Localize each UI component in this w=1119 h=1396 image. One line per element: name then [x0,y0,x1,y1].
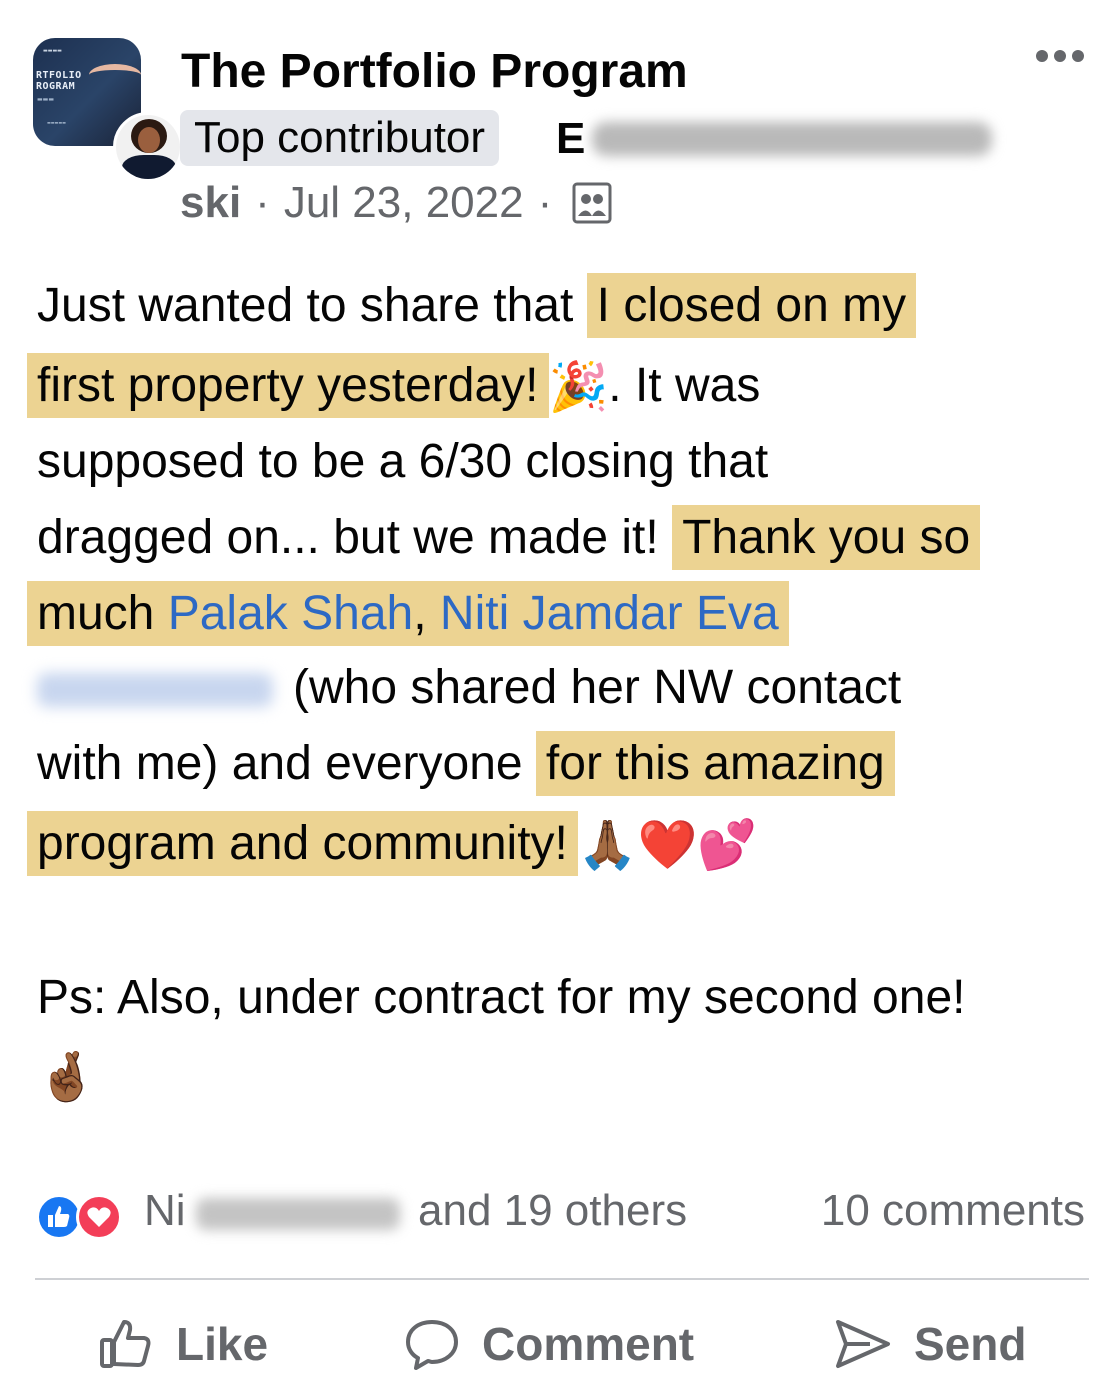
highlighted-text: first property yesterday! [27,353,549,418]
avatar-group[interactable]: ▬▬▬▬ RTFOLIO ROGRAM ▬▬▬ ▬▬▬▬▬ [33,38,183,182]
party-popper-icon: 🎉 [548,361,609,415]
prayer-heart-icons: 🙏🏾❤️💕 [577,819,758,873]
meta-separator: · [537,178,553,227]
post-line-2: first property yesterday! 🎉. It was [27,353,761,420]
post-line-1: Just wanted to share that I closed on my [37,273,917,338]
group-avatar-title: RTFOLIO ROGRAM [36,70,82,92]
post-line-9: Ps: Also, under contract for my second o… [37,966,965,1030]
author-name-continued[interactable]: ski [180,178,241,228]
more-dot [1072,50,1084,62]
group-avatar-title-line2: ROGRAM [36,81,76,92]
mention-link[interactable]: Niti Jamdar Eva [440,587,779,640]
reactor-name-redacted [196,1198,400,1230]
like-icon-svg [48,1206,70,1227]
group-members-icon-svg [572,182,612,224]
send-arrow-icon [834,1316,892,1372]
post-body: Just wanted to share that I closed on my… [0,260,1119,1120]
post-text: with me) and everyone [37,737,536,790]
group-members-icon [572,182,612,224]
author-avatar-body [122,155,176,179]
meta-separator: · [255,178,270,227]
mention-link[interactable]: Palak Shah [168,587,414,640]
post-line-8: program and community! 🙏🏾❤️💕 [27,811,758,878]
author-name[interactable]: E [556,114,585,164]
love-icon-svg [87,1207,111,1227]
thumbs-up-icon-svg [100,1320,151,1368]
post-line-3: supposed to be a 6/30 closing that [37,430,768,494]
post-text: supposed to be a 6/30 closing that [37,435,769,488]
post-line-10: 🤞🏾 [37,1044,97,1110]
comment-bubble-icon-svg [406,1320,458,1370]
love-icon [76,1194,122,1240]
more-dot [1054,50,1066,62]
send-label: Send [914,1318,1027,1370]
comment-bubble-icon [404,1316,460,1372]
highlighted-text: Thank you so [672,505,981,570]
highlighted-text: much Palak Shah, Niti Jamdar Eva [27,581,789,646]
highlighted-text: for this amazing [535,731,895,796]
post-line-6: (who shared her NW contact [37,656,901,720]
post-meta: ski · Jul 23, 2022 · [180,178,612,228]
more-dot [1036,50,1048,62]
post-line-7: with me) and everyone for this amazing [37,731,895,796]
post-text: (who shared her NW contact [293,661,902,714]
reaction-icons[interactable] [36,1194,132,1240]
reactor-name[interactable]: Ni [144,1186,186,1236]
post-text: , [413,587,440,640]
highlighted-text: I closed on my [586,273,917,338]
mention-redacted[interactable] [37,673,273,708]
highlighted-text: program and community! [27,811,578,876]
post-line-4: dragged on... but we made it! Thank you … [37,505,981,570]
comment-button[interactable]: Comment [404,1312,694,1376]
group-avatar-url: ▬▬▬▬▬ [47,120,66,125]
more-options-icon[interactable] [1036,44,1092,68]
post-line-5: much Palak Shah, Niti Jamdar Eva [27,581,789,646]
author-avatar[interactable] [113,112,183,182]
reactions-count[interactable]: and 19 others [418,1186,687,1236]
group-avatar-small-text: ▬▬▬▬ [43,48,62,54]
post-header: ▬▬▬▬ RTFOLIO ROGRAM ▬▬▬ ▬▬▬▬▬ The Portfo… [0,0,1119,250]
post-text: Ps: Also, under contract for my second o… [37,971,966,1024]
post-text: . It was [608,359,761,412]
send-button[interactable]: Send [834,1312,1026,1376]
top-contributor-badge[interactable]: Top contributor [180,110,500,166]
like-label: Like [176,1318,269,1370]
comment-label: Comment [482,1318,695,1370]
crossed-fingers-icon: 🤞🏾 [37,1051,97,1105]
thumbs-up-icon [98,1316,154,1372]
group-avatar-hand-graphic [89,64,141,86]
post-text: dragged on... but we made it! [37,511,673,564]
action-bar: Like Comment Send [0,1300,1119,1390]
reactions-summary[interactable]: Ni and 19 others 10 comments [0,1186,1119,1246]
highlighted-text-part: much [37,587,168,640]
comments-count[interactable]: 10 comments [821,1186,1085,1236]
author-avatar-face [138,127,160,153]
send-arrow-icon-svg [836,1320,890,1368]
group-name[interactable]: The Portfolio Program [181,44,688,99]
divider [35,1278,1089,1280]
author-name-redacted [592,122,992,156]
group-avatar-title-line1: RTFOLIO [36,70,82,81]
group-avatar-subtitle: ▬▬▬ [37,96,55,103]
like-button[interactable]: Like [98,1312,268,1376]
post-text: Just wanted to share that [37,279,587,332]
post-date[interactable]: Jul 23, 2022 [284,178,524,228]
